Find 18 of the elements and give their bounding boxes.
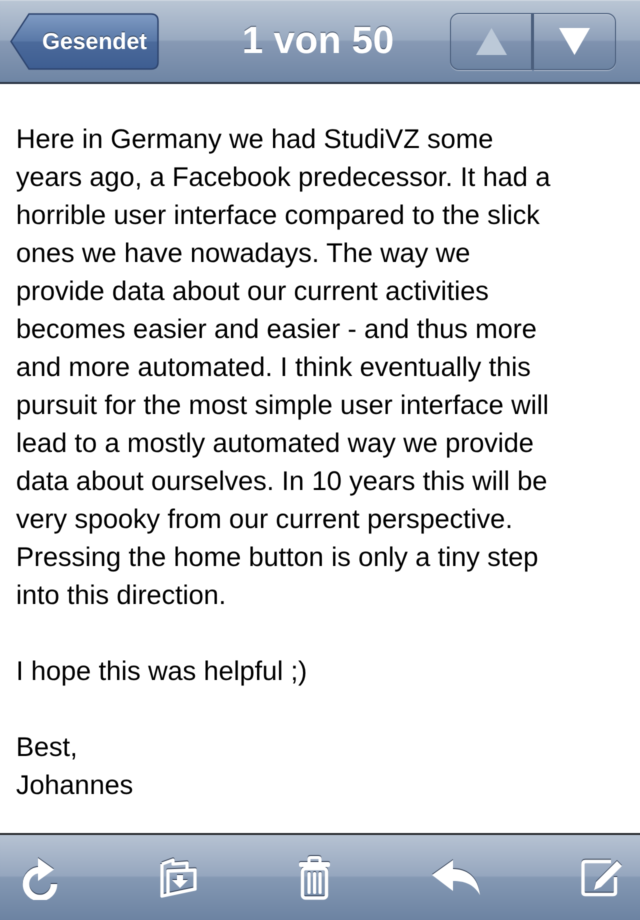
trash-icon [298, 856, 330, 900]
delete-button[interactable] [298, 856, 330, 900]
next-message-button[interactable] [534, 13, 616, 70]
message-paragraph: Here in Germany we had StudiVZ some years ago, a Facebook predecessor. It had a horrible user interface compared to the slick ones we have nowadays. The way we provide data about our current activities becomes easier and easier - and thus more and more automated. I think eventually this pursuit for the most simple user interface will lead to a mostly automated way we provide data about ourselves. In 10 years this will be very spooky from our current perspective. Pressing the home button is only a tiny step into this direction. [16, 123, 550, 612]
folder-arrow-icon [160, 858, 198, 898]
message-paragraph: Best, Johannes [16, 731, 134, 802]
refresh-icon [20, 855, 60, 900]
compose-icon [581, 858, 624, 896]
back-button[interactable]: Gesendet [10, 13, 159, 70]
message-counter-title: 1 von 50 [242, 20, 394, 63]
down-triangle-icon [558, 27, 591, 56]
move-to-folder-button[interactable] [160, 858, 198, 898]
reply-button[interactable] [430, 859, 481, 896]
message-paragraph: I hope this was helpful ;) [16, 655, 308, 688]
up-triangle-icon [474, 27, 508, 56]
refresh-button[interactable] [20, 855, 60, 900]
reply-arrow-icon [430, 859, 481, 896]
compose-button[interactable] [581, 858, 624, 896]
